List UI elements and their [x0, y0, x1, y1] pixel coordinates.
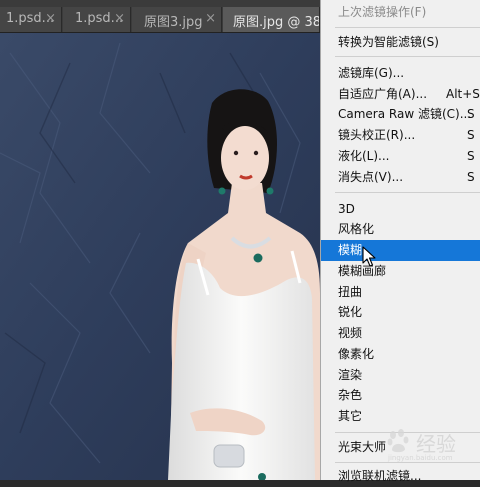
document-canvas[interactable] [0, 33, 320, 480]
menu-item-label: 自适应广角(A)... [338, 87, 428, 101]
tab-1-psd-first[interactable]: 1.psd... × [0, 7, 62, 32]
menu-item-label: 液化(L)... [338, 149, 390, 163]
tab-1-psd-second[interactable]: 1.psd... × [63, 7, 131, 32]
shortcut-label: S [467, 170, 475, 184]
menu-item-label: 镜头校正(R)... [338, 128, 416, 142]
photo-woman-white-dress [0, 33, 320, 480]
tab-yuantu-active[interactable]: 原图.jpg @ 38.5 [223, 7, 320, 32]
shortcut-label: S [467, 107, 475, 121]
filter-menu: 上次滤镜操作(F) 转换为智能滤镜(S) 滤镜库(G)... 自适应广角(A).… [320, 0, 480, 483]
menu-item-blur-gallery[interactable]: 模糊画廊 [321, 261, 480, 282]
tab-label: 原图3.jpg [144, 15, 203, 30]
menu-item-label: 消失点(V)... [338, 170, 404, 184]
close-icon[interactable]: × [114, 11, 125, 26]
watermark-text: 经验 [416, 432, 456, 456]
shortcut-label: Alt+S [446, 87, 480, 101]
menu-item-sharpen[interactable]: 锐化 [321, 302, 480, 323]
close-icon[interactable]: × [45, 11, 56, 26]
menu-item-lens-correction[interactable]: 镜头校正(R)... S [321, 125, 480, 146]
menu-item-vanishing-point[interactable]: 消失点(V)... S [321, 167, 480, 188]
menu-item-noise[interactable]: 杂色 [321, 385, 480, 406]
menu-item-video[interactable]: 视频 [321, 323, 480, 344]
menu-item-label: Camera Raw 滤镜(C)... [338, 107, 472, 121]
menu-item-last-filter[interactable]: 上次滤镜操作(F) [321, 2, 480, 23]
menu-item-filter-gallery[interactable]: 滤镜库(G)... [321, 63, 480, 84]
menu-item-distort[interactable]: 扭曲 [321, 282, 480, 303]
watermark: 经验 jingyan.baidu.com [386, 424, 476, 462]
menu-separator [335, 462, 480, 463]
shortcut-label: S [467, 149, 475, 163]
shortcut-label: S [467, 128, 475, 142]
tab-label: 原图.jpg @ 38.5 [233, 15, 320, 30]
menu-item-browse-online-filters[interactable]: 浏览联机滤镜... [321, 466, 480, 487]
menu-item-camera-raw-filter[interactable]: Camera Raw 滤镜(C)... S [321, 104, 480, 125]
menu-item-blur[interactable]: 模糊 [321, 240, 480, 261]
menu-item-stylize[interactable]: 风格化 [321, 219, 480, 240]
menu-item-adaptive-wide-angle[interactable]: 自适应广角(A)... Alt+S [321, 84, 480, 105]
menu-separator [335, 192, 480, 193]
menu-item-liquify[interactable]: 液化(L)... S [321, 146, 480, 167]
close-icon[interactable]: × [205, 11, 216, 26]
baidu-paw-icon [387, 429, 409, 453]
menu-item-3d[interactable]: 3D [321, 199, 480, 220]
watermark-site: jingyan.baidu.com [388, 454, 453, 462]
menu-separator [335, 27, 480, 28]
menu-item-render[interactable]: 渲染 [321, 365, 480, 386]
menu-item-pixelate[interactable]: 像素化 [321, 344, 480, 365]
menu-item-convert-smart-filter[interactable]: 转换为智能滤镜(S) [321, 32, 480, 53]
mouse-cursor-icon [362, 246, 376, 267]
tab-yuantu3[interactable]: 原图3.jpg × [132, 7, 222, 32]
menu-separator [335, 56, 480, 57]
